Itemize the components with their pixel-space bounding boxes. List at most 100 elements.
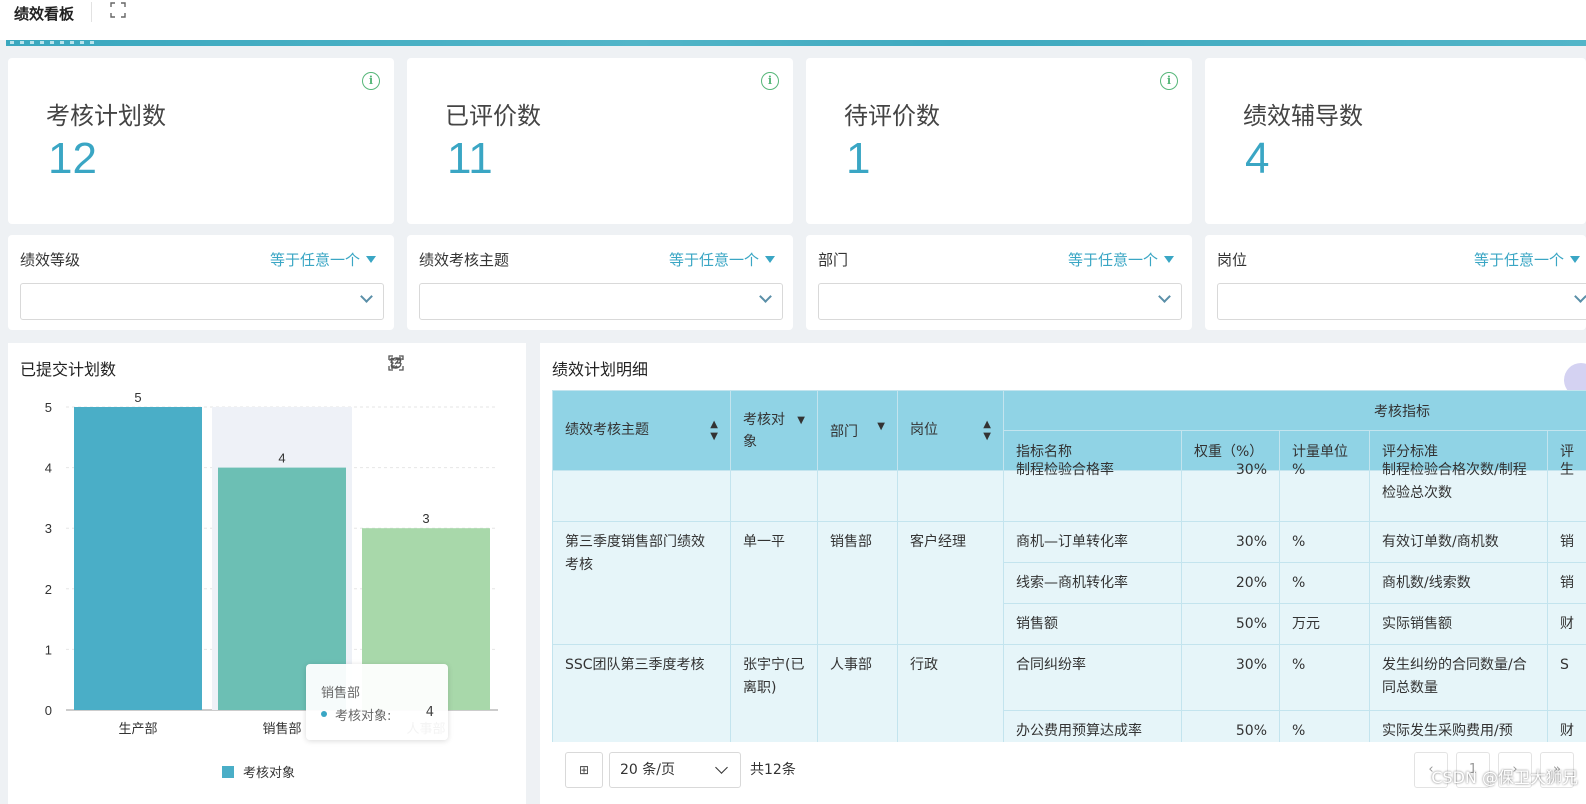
chevron-down-icon (1158, 290, 1171, 303)
y-tick-label: 2 (45, 582, 52, 597)
sort-down-icon[interactable]: ▼ (877, 421, 885, 433)
page-size-select[interactable]: 20 条/页 (609, 752, 741, 788)
filter-grade: 绩效等级 等于任意一个 (8, 235, 394, 330)
cell-weight: 20% (1181, 562, 1280, 604)
info-icon[interactable]: i (1160, 72, 1178, 90)
header-label: 绩效考核主题 (565, 421, 649, 438)
info-icon[interactable]: i (761, 72, 779, 90)
cell-extra: S (1546, 644, 1586, 711)
chart-toolbar (388, 355, 516, 375)
cell-weight: 50% (1181, 710, 1280, 742)
stat-label: 考核计划数 (46, 102, 166, 130)
caret-down-icon (366, 256, 376, 263)
cell-text: % (1292, 462, 1306, 478)
refresh-icon[interactable] (390, 355, 444, 375)
header-label: 岗位 (910, 421, 938, 438)
y-tick-label: 4 (45, 461, 52, 476)
chart-tooltip: 销售部 考核对象: 4 (306, 664, 448, 740)
chevron-down-icon (715, 761, 728, 774)
tooltip-series: 考核对象: (335, 709, 392, 724)
table-row[interactable]: SSC团队第三季度考核 张宇宁(已离职) 人事部 行政 合同纠纷率 30% % … (552, 644, 1586, 742)
filter-select[interactable] (818, 283, 1182, 320)
sort-down-icon[interactable]: ▼ (797, 415, 805, 427)
filter-mode-dropdown[interactable]: 等于任意一个 (270, 249, 376, 270)
chevron-down-icon (360, 290, 373, 303)
top-bar: 绩效看板 (0, 0, 1586, 40)
cell-unit: % (1279, 562, 1370, 604)
filter-mode-label: 等于任意一个 (1067, 251, 1158, 269)
expand-icon[interactable] (110, 2, 128, 20)
data-label: 4 (278, 451, 285, 466)
legend-swatch (222, 766, 234, 778)
cell-dept: 人事部 (817, 644, 898, 742)
y-tick-label: 3 (45, 521, 52, 536)
filter-label: 绩效等级 (20, 251, 81, 269)
cell-indicator: 销售额 (1003, 603, 1182, 645)
caret-down-icon (1164, 256, 1174, 263)
cell-standard: 实际销售额 (1369, 603, 1548, 645)
cell-text: 生 (1560, 462, 1574, 478)
cell-standard: 实际发生采购费用/预 (1369, 710, 1548, 742)
filter-mode-dropdown[interactable]: 等于任意一个 (669, 249, 775, 270)
cell-text: 制程检验合格次数/制程检验总次数 (1382, 462, 1527, 501)
stat-value: 1 (846, 134, 871, 183)
cell-indicator: 办公费用预算达成率 (1003, 710, 1182, 742)
cell-text: 制程检验合格率 (1016, 462, 1114, 478)
chart-title: 已提交计划数 (20, 360, 117, 379)
cell-weight: 30% (1181, 521, 1280, 563)
table-title: 绩效计划明细 (552, 360, 649, 379)
stat-value: 4 (1245, 134, 1270, 183)
filter-select[interactable] (1217, 283, 1586, 320)
cell-indicator: 商机—订单转化率 (1003, 521, 1182, 563)
total-count: 共12条 (750, 762, 796, 778)
cell-indicator: 线索—商机转化率 (1003, 562, 1182, 604)
table-row[interactable]: 制程检验合格率 30% % 制程检验合格次数/制程检验总次数 生 (552, 462, 1586, 522)
detail-table: 绩效考核主题 ▲ ▼ ▼ 考核对象 部门 ▼ 岗位 ▲ ▼ 考核指标 指标名称 权重（%） … (552, 390, 1586, 742)
sort-icon[interactable]: ▲ ▼ (710, 419, 718, 443)
divider (91, 2, 92, 22)
y-tick-label: 0 (45, 703, 52, 718)
cell-weight: 30% (1181, 644, 1280, 711)
col-header-dept[interactable]: 部门 ▼ (817, 390, 898, 471)
filter-mode-dropdown[interactable]: 等于任意一个 (1068, 249, 1174, 270)
y-tick-label: 1 (45, 642, 52, 657)
cell-target (730, 470, 818, 522)
filter-theme: 绩效考核主题 等于任意一个 (407, 235, 793, 330)
stat-label: 待评价数 (844, 102, 940, 130)
stat-label: 绩效辅导数 (1243, 102, 1363, 130)
page-jump-icon[interactable]: ⊞ (565, 752, 603, 788)
y-tick-label: 5 (45, 400, 52, 415)
filter-mode-dropdown[interactable]: 等于任意一个 (1474, 249, 1580, 270)
table-row[interactable]: 第三季度销售部门绩效考核 单一平 销售部 客户经理 商机—订单转化率 30% %… (552, 521, 1586, 645)
stripe-decoration (10, 41, 100, 44)
col-header-theme[interactable]: 绩效考核主题 ▲ ▼ (552, 390, 731, 471)
info-icon[interactable]: i (362, 72, 380, 90)
cell-unit: % (1279, 644, 1370, 711)
filter-select[interactable] (419, 283, 783, 320)
x-tick-label: 生产部 (118, 722, 157, 737)
expand-icon[interactable] (388, 355, 516, 375)
sort-icon[interactable]: ▲ ▼ (983, 419, 991, 443)
caret-down-icon (1570, 256, 1580, 263)
cell-indicator: 合同纠纷率 (1003, 644, 1182, 711)
filter-label: 绩效考核主题 (419, 251, 510, 269)
caret-down-icon (765, 256, 775, 263)
cell-weight: 30% (1181, 462, 1280, 522)
chevron-down-icon (1574, 290, 1586, 303)
col-header-target[interactable]: ▼ 考核对象 (730, 390, 818, 471)
filter-post: 岗位 等于任意一个 (1205, 235, 1586, 330)
cell-theme (552, 470, 731, 522)
stat-card-coaching: 绩效辅导数 4 (1205, 58, 1586, 224)
sort-icon[interactable] (389, 355, 480, 375)
cell-post: 客户经理 (897, 521, 1004, 645)
cell-standard: 制程检验合格次数/制程检验总次数 (1369, 462, 1548, 522)
filter-select[interactable] (20, 283, 384, 320)
table-scroll-area[interactable]: 绩效考核主题 ▲ ▼ ▼ 考核对象 部门 ▼ 岗位 ▲ ▼ 考核指标 指标名称 权重（%） … (552, 390, 1586, 742)
filter-mode-label: 等于任意一个 (269, 251, 360, 269)
cell-standard: 商机数/线索数 (1369, 562, 1548, 604)
cell-unit: % (1279, 710, 1370, 742)
cell-post: 行政 (897, 644, 1004, 742)
col-header-post[interactable]: 岗位 ▲ ▼ (897, 390, 1004, 471)
cell-dept (817, 470, 898, 522)
filter-mode-label: 等于任意一个 (668, 251, 759, 269)
